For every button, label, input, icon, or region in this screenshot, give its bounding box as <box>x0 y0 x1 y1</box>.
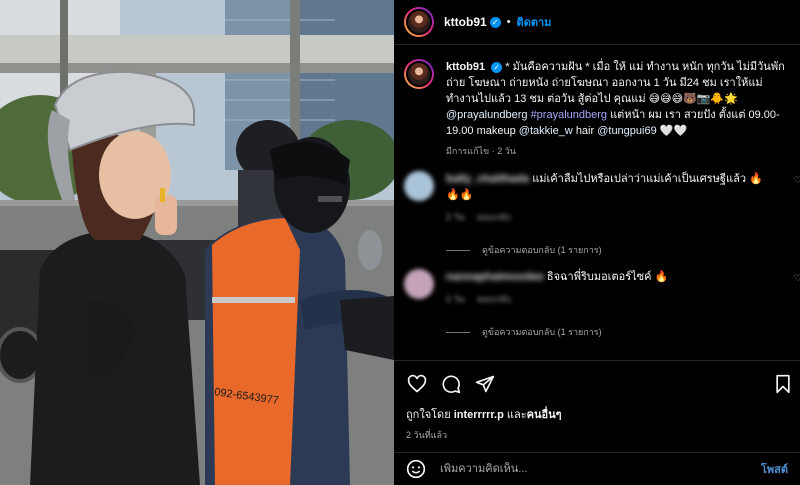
header-avatar[interactable] <box>404 7 434 37</box>
separator-dot: • <box>506 16 511 28</box>
post-photo[interactable]: 092-6543977 <box>0 0 394 485</box>
share-icon[interactable] <box>474 373 496 395</box>
comment-time: 2 วัน <box>446 294 465 304</box>
caption-avatar[interactable] <box>404 59 434 89</box>
liked-by-user[interactable]: interrrrr.p <box>454 409 504 421</box>
likes-mid: และ <box>506 409 527 421</box>
view-replies-label: ดูข้อความตอบกลับ (1 รายการ) <box>482 327 602 337</box>
post-actions: ถูกใจโดย interrrrr.p และคนอื่นๆ 2 วันที่… <box>394 360 800 442</box>
bookmark-icon[interactable] <box>772 373 794 395</box>
mention-prayalundberg[interactable]: @prayalundberg <box>446 109 528 121</box>
follow-button[interactable]: ติดตาม <box>517 13 552 31</box>
mention-tungpui[interactable]: @tungpui69 <box>597 125 657 137</box>
caption-text: kttob91 ✓ * มันคือความฝัน * เมื่อ ให้ แม… <box>446 59 790 159</box>
caption-body-4: 🤍🤍 <box>659 125 688 137</box>
comment-avatar[interactable] <box>404 171 434 201</box>
comment-like-icon[interactable]: ♡ <box>794 175 800 186</box>
post-comment-button[interactable]: โพสต์ <box>761 460 788 478</box>
comment-item: bally_chatthada แม่เค้าลืมไปหรือเปล่าว่า… <box>394 159 800 225</box>
header-username[interactable]: kttob91 <box>444 15 487 29</box>
hashtag-prayalundberg[interactable]: #prayalundberg <box>531 109 607 121</box>
post-time-ago[interactable]: 2 วันที่แล้ว <box>394 423 800 442</box>
comment-icon[interactable] <box>440 373 462 395</box>
verified-icon: ✓ <box>491 61 503 73</box>
add-comment-input[interactable] <box>438 462 742 476</box>
view-replies-button[interactable]: ดูข้อความตอบกลับ (1 รายการ) <box>446 243 800 257</box>
comment-like-icon[interactable]: ♡ <box>794 273 800 284</box>
comment-username[interactable]: nannaphatmoodee <box>446 271 544 283</box>
comment-username[interactable]: bally_chatthada <box>446 173 529 185</box>
caption-meta: มีการแก้ไข · 2 วัน <box>446 146 516 156</box>
heart-icon[interactable] <box>406 373 428 395</box>
likes-summary: ถูกใจโดย interrrrr.p และคนอื่นๆ <box>394 401 800 423</box>
verified-icon: ✓ <box>489 16 501 28</box>
likes-prefix: ถูกใจโดย <box>406 409 451 421</box>
post-header: kttob91 ✓ • ติดตาม <box>394 0 800 45</box>
caption-username[interactable]: kttob91 <box>446 61 485 73</box>
post-caption: kttob91 ✓ * มันคือความฝัน * เมื่อ ให้ แม… <box>394 45 800 159</box>
add-comment-bar: โพสต์ <box>394 452 800 485</box>
comment-time: 2 วัน <box>446 212 465 222</box>
comment-item: nannaphatmoodee ธิจฉาพี่ริบมอเตอร์ไซค์ 🔥… <box>394 257 800 307</box>
comment-avatar[interactable] <box>404 269 434 299</box>
photo-illustration: 092-6543977 <box>0 0 394 485</box>
post-details-panel: kttob91 ✓ • ติดตาม kttob91 ✓ * มันคือควา… <box>394 0 800 485</box>
comment-text: ธิจฉาพี่ริบมอเตอร์ไซค์ 🔥 <box>546 271 669 283</box>
caption-body-3: hair <box>575 125 595 137</box>
comment-reply-button[interactable]: ตอบกลับ <box>477 212 511 222</box>
comment-reply-button[interactable]: ตอบกลับ <box>477 294 511 304</box>
likes-others[interactable]: คนอื่นๆ <box>527 409 562 421</box>
emoji-icon[interactable] <box>406 459 426 479</box>
view-replies-button[interactable]: ดูข้อความตอบกลับ (1 รายการ) <box>446 325 800 339</box>
mention-takkie[interactable]: @takkie_w <box>519 125 573 137</box>
view-replies-label: ดูข้อความตอบกลับ (1 รายการ) <box>482 245 602 255</box>
